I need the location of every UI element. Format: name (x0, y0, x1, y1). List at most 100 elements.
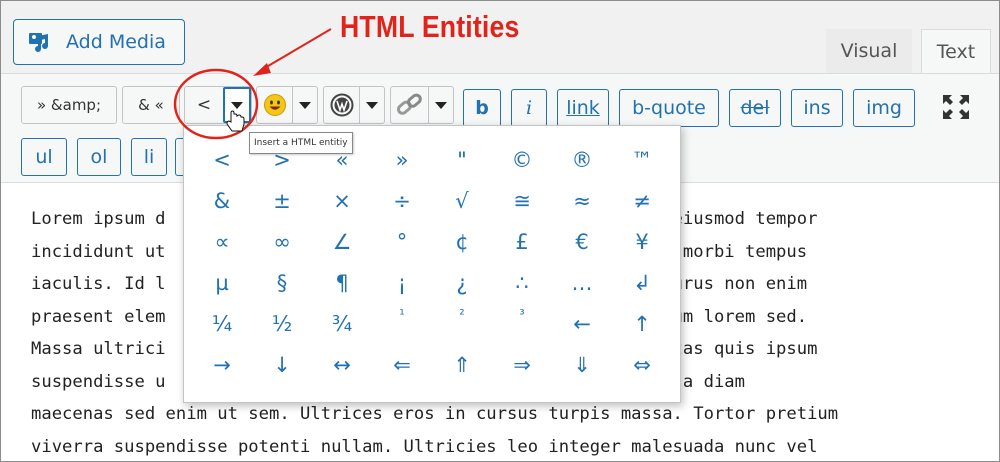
annotation-arrow-line (262, 28, 332, 70)
entity-item[interactable]: ¾ (312, 306, 372, 342)
ol-button[interactable]: ol (77, 138, 121, 176)
html-entities-main[interactable]: < (185, 87, 223, 123)
entity-item[interactable]: ↲ (612, 265, 672, 301)
annotation-title: HTML Entities (340, 9, 520, 44)
ul-button[interactable]: ul (21, 138, 67, 176)
entity-item[interactable]: ≈ (552, 183, 612, 219)
li-button[interactable]: li (131, 138, 167, 176)
emoji-dropdown[interactable] (256, 86, 318, 124)
entity-item[interactable]: ↑ (612, 306, 672, 342)
tab-text[interactable]: Text (921, 29, 991, 73)
entity-item[interactable]: ⇐ (372, 347, 432, 383)
entities-tooltip: Insert a HTML entitiy (249, 132, 353, 154)
entity-item[interactable]: ⇓ (552, 347, 612, 383)
entity-item[interactable]: → (192, 347, 252, 383)
entity-item[interactable]: ∴ (492, 265, 552, 301)
entity-item[interactable]: & (192, 183, 252, 219)
tooltip-text: Insert a HTML entitiy (254, 138, 348, 148)
wordpress-dropdown[interactable] (323, 86, 385, 124)
entity-item[interactable]: ∝ (192, 224, 252, 260)
link-arrow[interactable] (428, 87, 453, 123)
wordpress-icon (330, 93, 353, 117)
entity-item[interactable]: § (252, 265, 312, 301)
entity-item[interactable]: ∞ (252, 224, 312, 260)
entity-item[interactable]: ↔ (312, 347, 372, 383)
entity-item[interactable]: ® (552, 142, 612, 178)
fullscreen-icon[interactable] (939, 92, 973, 122)
entity-item[interactable]: ¡ (372, 265, 432, 301)
link-button[interactable]: link (557, 89, 609, 127)
entity-item[interactable]: √ (432, 183, 492, 219)
entity-item[interactable]: ← (552, 306, 612, 342)
emoji-main[interactable] (257, 87, 292, 123)
entity-item[interactable]: ⇔ (612, 347, 672, 383)
entity-item[interactable]: < (192, 142, 252, 178)
link-label: link (566, 97, 600, 119)
entity-item[interactable]: ³ (492, 306, 552, 344)
add-media-label: Add Media (66, 31, 166, 53)
entity-item[interactable]: ¼ (192, 306, 252, 342)
entity-item[interactable]: ° (372, 224, 432, 260)
entity-item[interactable]: © (492, 142, 552, 178)
link-dropdown[interactable] (390, 86, 454, 124)
emoji-arrow[interactable] (292, 87, 317, 123)
entity-item[interactable]: ½ (252, 306, 312, 342)
editor-frame: Add Media Visual Text » &amp; & « < b i … (0, 0, 1000, 462)
entity-item[interactable]: ¿ (432, 265, 492, 301)
entity-item[interactable]: ¹ (372, 306, 432, 344)
entity-item[interactable]: ™ (612, 142, 672, 178)
media-icon (28, 30, 54, 54)
raquo-amp-button[interactable]: » &amp; (21, 86, 117, 124)
entity-item[interactable]: ¢ (432, 224, 492, 260)
del-button[interactable]: del (729, 89, 781, 127)
editor-line: viverra suspendisse potenti nullam. Ultr… (31, 436, 818, 457)
entity-item[interactable]: ² (432, 306, 492, 344)
entity-item[interactable]: € (552, 224, 612, 260)
img-button[interactable]: img (853, 89, 915, 127)
entity-item[interactable]: ¶ (312, 265, 372, 301)
entity-item[interactable]: ± (252, 183, 312, 219)
html-entities-label: < (196, 95, 212, 115)
b-quote-label: b-quote (632, 97, 706, 119)
amp-laquo-button[interactable]: & « (122, 86, 180, 124)
chain-link-icon (396, 93, 422, 115)
wordpress-main[interactable] (324, 87, 359, 123)
bold-button[interactable]: b (463, 89, 501, 127)
ol-label: ol (90, 146, 108, 168)
html-entities-popup: < > «» " © ® ™ & ± × ÷ √ ≅ ≈ ≠ ∝ ∞ ∠ ° ¢ £ € ¥ µ § ¶ ¡ ¿ ∴… ↲ ¼ ½ ¾ ¹ ² ³ ← ↑… (183, 125, 681, 403)
entity-item[interactable]: ÷ (372, 183, 432, 219)
link-main[interactable] (391, 87, 428, 123)
entity-item[interactable]: ≠ (612, 183, 672, 219)
entity-item[interactable]: " (432, 142, 492, 178)
tab-text-label: Text (936, 40, 976, 63)
li-label: li (143, 146, 155, 168)
entity-item[interactable]: £ (492, 224, 552, 260)
raquo-amp-label: » &amp; (36, 96, 102, 114)
amp-laquo-label: & « (138, 96, 164, 114)
entity-item[interactable]: ↓ (252, 347, 312, 383)
entity-item[interactable]: ≅ (492, 183, 552, 219)
ul-label: ul (35, 146, 53, 168)
entity-item[interactable]: ⇒ (492, 347, 552, 383)
entity-item[interactable]: ⇑ (432, 347, 492, 383)
tab-visual-label: Visual (840, 40, 898, 62)
html-entities-dropdown[interactable]: < (184, 86, 252, 124)
smiley-icon (263, 94, 286, 116)
ins-button[interactable]: ins (791, 89, 843, 127)
entity-item[interactable]: × (312, 183, 372, 219)
entity-item[interactable]: µ (192, 265, 252, 301)
html-entities-arrow[interactable] (223, 87, 251, 123)
entity-item[interactable]: » (372, 142, 432, 178)
italic-label: i (525, 97, 533, 119)
entity-item[interactable]: ∠ (312, 224, 372, 260)
tab-visual[interactable]: Visual (826, 29, 912, 73)
img-label: img (866, 97, 902, 119)
italic-button[interactable]: i (511, 89, 547, 127)
add-media-button[interactable]: Add Media (13, 19, 185, 65)
wordpress-arrow[interactable] (359, 87, 384, 123)
entity-item[interactable]: … (552, 265, 612, 301)
bold-label: b (475, 97, 489, 119)
entity-item[interactable]: ¥ (612, 224, 672, 260)
del-label: del (740, 97, 770, 119)
b-quote-button[interactable]: b-quote (619, 89, 719, 127)
